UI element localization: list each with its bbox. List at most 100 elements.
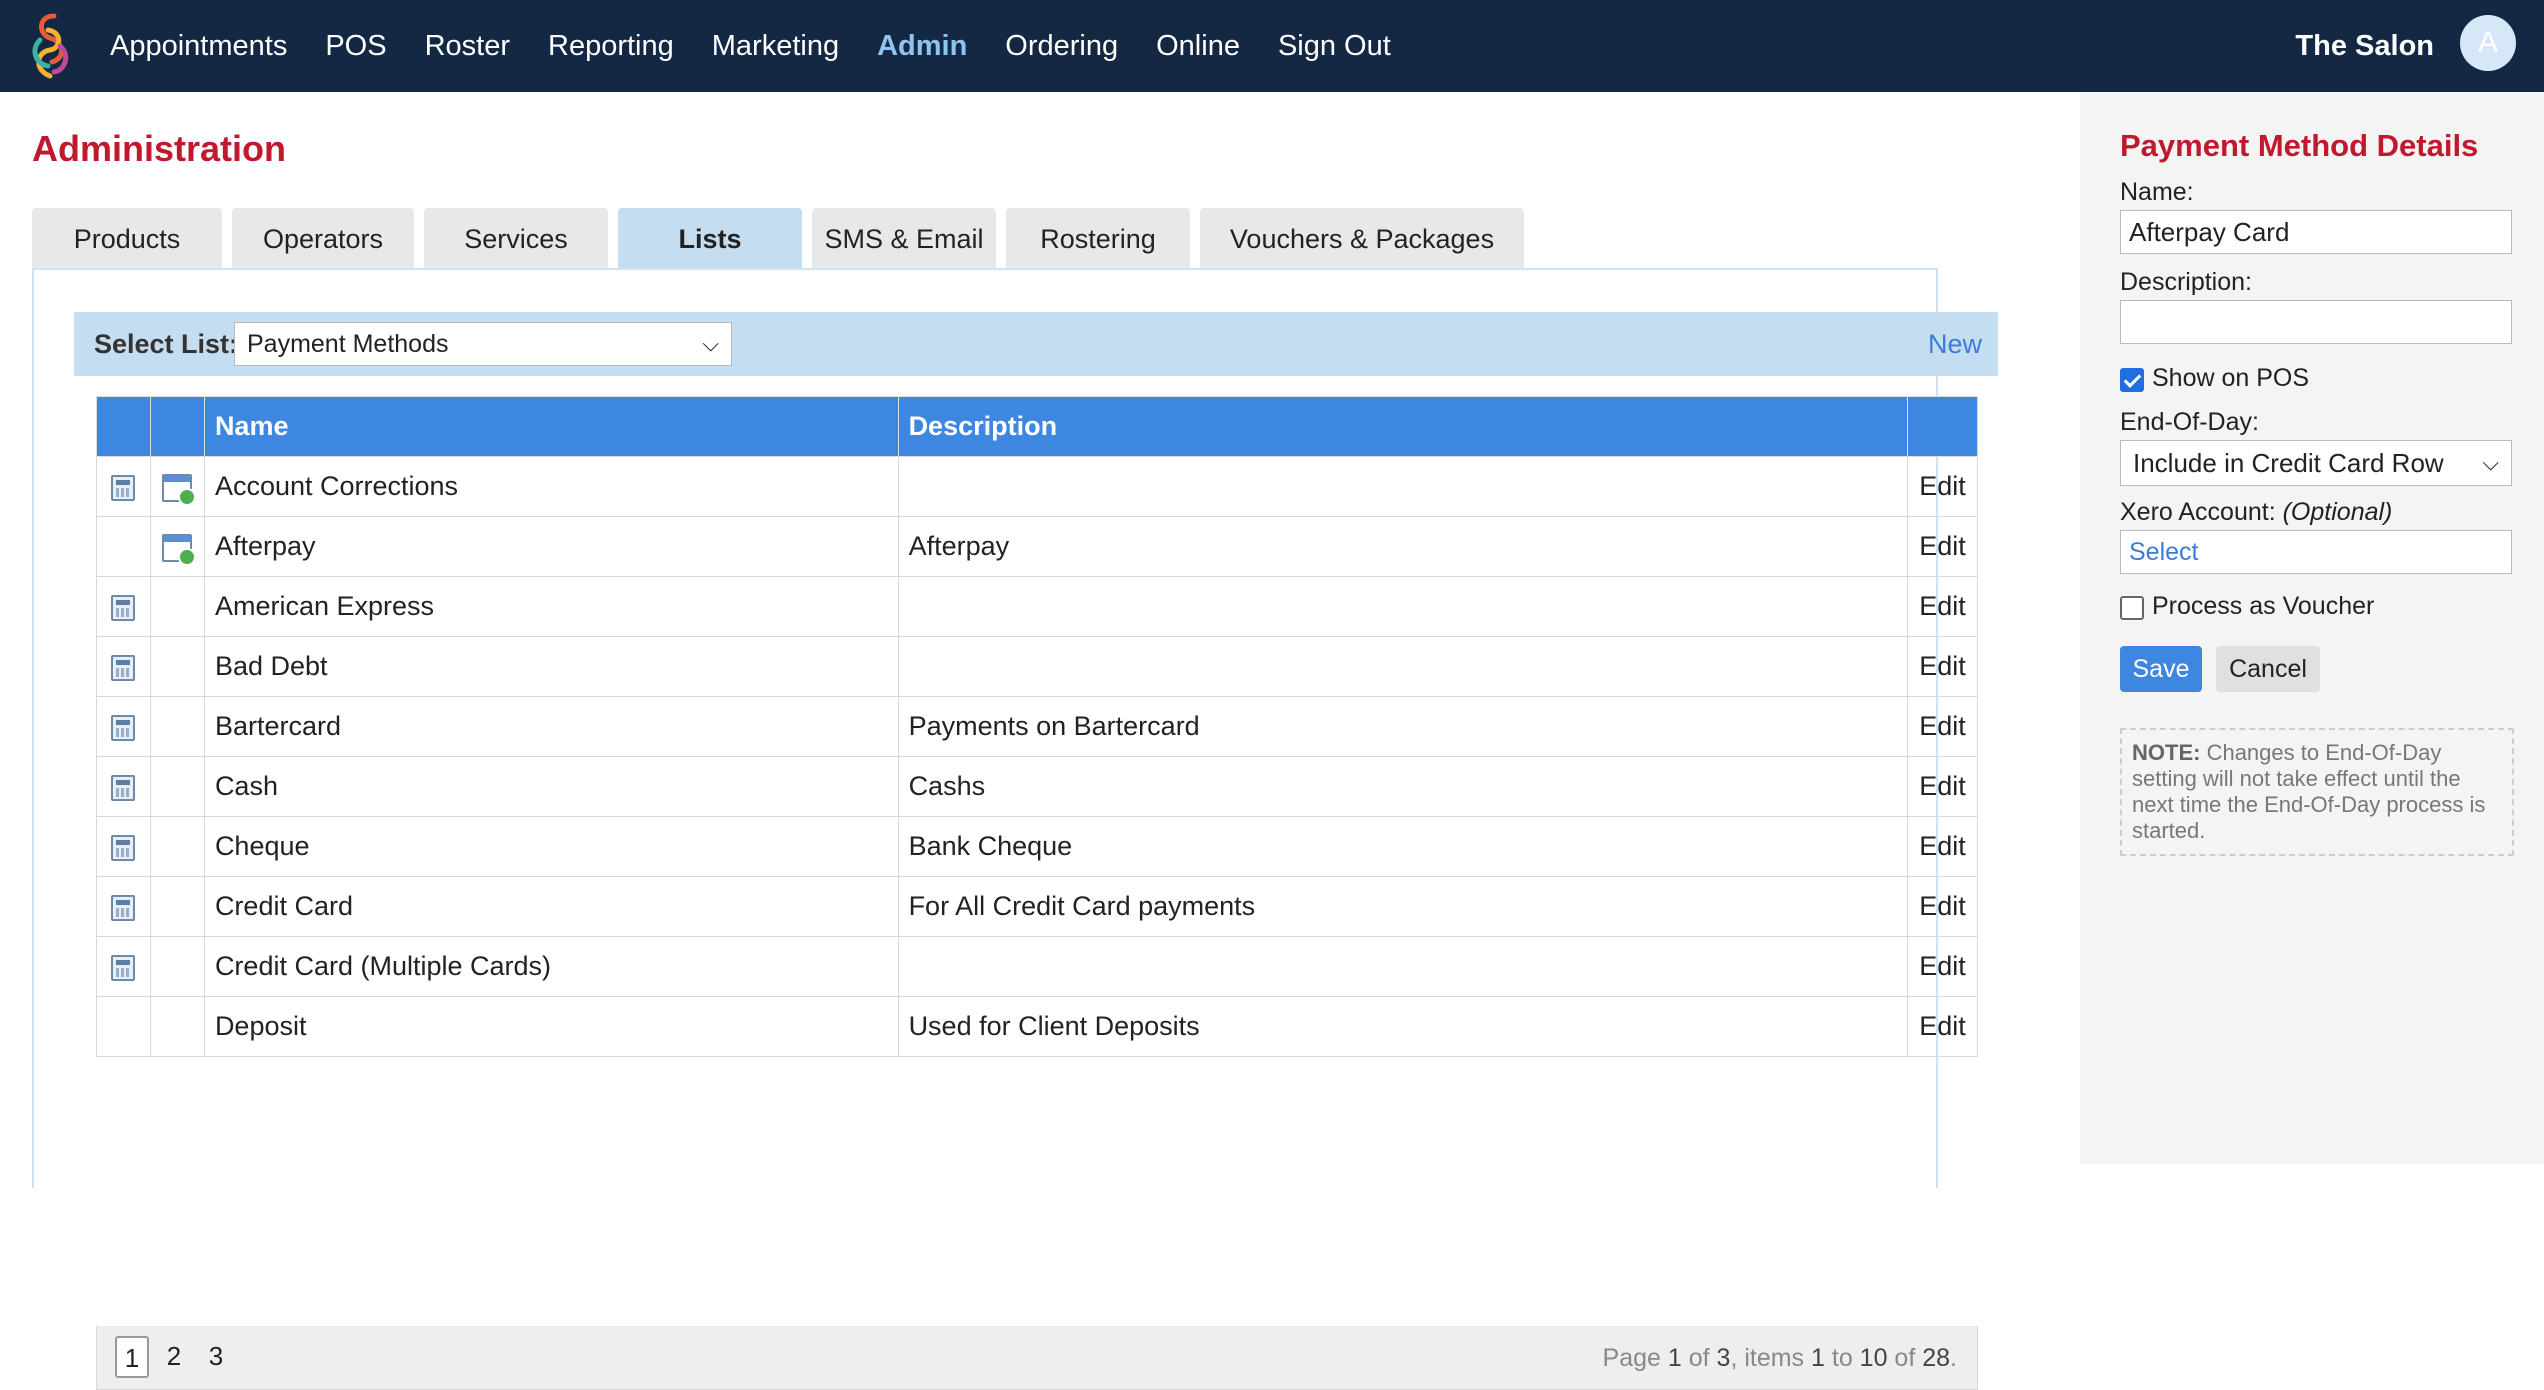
list-select-dropdown[interactable]: Payment Methods ⌵: [234, 322, 732, 366]
pager-word-page: Page: [1602, 1344, 1668, 1372]
calculator-icon[interactable]: [111, 954, 136, 981]
cancel-button[interactable]: Cancel: [2216, 646, 2320, 692]
nav-item-appointments[interactable]: Appointments: [110, 30, 287, 63]
row-icon-cell: [149, 456, 205, 517]
nav-item-marketing[interactable]: Marketing: [712, 30, 839, 63]
name-label: Name:: [2120, 178, 2194, 206]
tab-operators[interactable]: Operators: [232, 208, 414, 270]
edit-link[interactable]: Edit: [1906, 816, 1979, 877]
show-on-pos-label[interactable]: Show on POS: [2152, 364, 2309, 393]
calculator-icon[interactable]: [111, 714, 136, 741]
table-row[interactable]: American Express Edit: [96, 576, 1979, 637]
table-row[interactable]: Bartercard Payments on Bartercard Edit: [96, 696, 1979, 757]
nav-item-roster[interactable]: Roster: [425, 30, 510, 63]
new-item-link[interactable]: New: [1928, 312, 1982, 376]
tab-services[interactable]: Services: [424, 208, 608, 270]
column-header-name[interactable]: Name: [203, 396, 899, 457]
edit-link[interactable]: Edit: [1906, 636, 1979, 697]
process-as-voucher-label[interactable]: Process as Voucher: [2152, 592, 2374, 621]
nav-item-reporting[interactable]: Reporting: [548, 30, 674, 63]
edit-link[interactable]: Edit: [1906, 516, 1979, 577]
pager-total-pages: 3: [1716, 1344, 1731, 1372]
edit-link[interactable]: Edit: [1906, 696, 1979, 757]
description-input[interactable]: [2120, 300, 2512, 344]
edit-link[interactable]: Edit: [1906, 456, 1979, 517]
edit-link[interactable]: Edit: [1906, 756, 1979, 817]
pager: 123 Page 1 of 3, items 1 to 10 of 28.: [96, 1326, 1978, 1390]
row-description: Cashs: [897, 756, 1908, 817]
row-icon-cell: [149, 636, 205, 697]
page-link-1[interactable]: 1: [115, 1336, 149, 1378]
name-input[interactable]: Afterpay Card: [2120, 210, 2512, 254]
tab-lists[interactable]: Lists: [618, 208, 802, 270]
tab-rostering[interactable]: Rostering: [1006, 208, 1190, 270]
chevron-down-icon: ⌵: [2482, 450, 2499, 475]
page-title: Administration: [32, 128, 287, 169]
xero-account-label: Xero Account: (Optional): [2120, 498, 2392, 527]
row-icon-cell: [149, 876, 205, 937]
salon-name[interactable]: The Salon: [2295, 0, 2434, 92]
pager-items-to: 10: [1859, 1344, 1888, 1372]
table-row[interactable]: Afterpay Afterpay Edit: [96, 516, 1979, 577]
edit-link[interactable]: Edit: [1906, 996, 1979, 1057]
main-nav: Appointments POS Roster Reporting Marketing A…: [110, 0, 1429, 92]
table-row[interactable]: Account Corrections Edit: [96, 456, 1979, 517]
pager-word-to: to: [1824, 1344, 1860, 1372]
calendar-add-icon[interactable]: [162, 473, 197, 506]
row-icon-cell: [149, 516, 205, 577]
pager-items-total: 28: [1922, 1344, 1951, 1372]
page-link-3[interactable]: 3: [199, 1336, 233, 1378]
calculator-icon[interactable]: [111, 594, 136, 621]
edit-link[interactable]: Edit: [1906, 936, 1979, 997]
nav-item-pos[interactable]: POS: [325, 30, 386, 63]
tab-products[interactable]: Products: [32, 208, 222, 270]
row-description: Bank Cheque: [897, 816, 1908, 877]
calculator-icon[interactable]: [111, 474, 136, 501]
edit-link[interactable]: Edit: [1906, 876, 1979, 937]
table-row[interactable]: Cash Cashs Edit: [96, 756, 1979, 817]
save-button[interactable]: Save: [2120, 646, 2202, 692]
admin-tabs: Products Operators Services Lists SMS & Emai…: [32, 208, 1534, 270]
row-name: Cheque: [203, 816, 899, 877]
row-description: Afterpay: [897, 516, 1908, 577]
table-row[interactable]: Credit Card For All Credit Card payments E…: [96, 876, 1979, 937]
table-row[interactable]: Deposit Used for Client Deposits Edit: [96, 996, 1979, 1057]
nav-item-ordering[interactable]: Ordering: [1005, 30, 1118, 63]
nav-item-online[interactable]: Online: [1156, 30, 1240, 63]
calculator-icon[interactable]: [111, 834, 136, 861]
edit-link[interactable]: Edit: [1906, 576, 1979, 637]
calculator-icon[interactable]: [111, 774, 136, 801]
calendar-add-icon[interactable]: [162, 533, 197, 566]
user-avatar[interactable]: A: [2460, 15, 2516, 71]
table-row[interactable]: Credit Card (Multiple Cards) Edit: [96, 936, 1979, 997]
table-row[interactable]: Bad Debt Edit: [96, 636, 1979, 697]
row-icon-cell: [96, 636, 151, 697]
row-description: [897, 456, 1908, 517]
row-icon-cell: [96, 516, 151, 577]
pager-pages: 123: [115, 1336, 241, 1378]
calculator-icon[interactable]: [111, 894, 136, 921]
nav-item-sign-out[interactable]: Sign Out: [1278, 30, 1391, 63]
xero-account-select[interactable]: Select: [2120, 530, 2512, 574]
process-as-voucher-checkbox[interactable]: [2120, 596, 2144, 620]
calculator-icon[interactable]: [111, 654, 136, 681]
table-row[interactable]: Cheque Bank Cheque Edit: [96, 816, 1979, 877]
pager-info: Page 1 of 3, items 1 to 10 of 28.: [1603, 1326, 1957, 1390]
row-name: American Express: [203, 576, 899, 637]
end-of-day-select[interactable]: Include in Credit Card Row ⌵: [2120, 440, 2512, 486]
app-logo-icon[interactable]: [26, 10, 76, 84]
nav-item-admin[interactable]: Admin: [877, 30, 967, 63]
description-label: Description:: [2120, 268, 2252, 296]
column-header-icon1: [96, 396, 151, 457]
show-on-pos-checkbox[interactable]: [2120, 368, 2144, 392]
xero-optional-text: (Optional): [2282, 498, 2393, 526]
tab-vouchers-packages[interactable]: Vouchers & Packages: [1200, 208, 1524, 270]
page-link-2[interactable]: 2: [157, 1336, 191, 1378]
row-name: Bad Debt: [203, 636, 899, 697]
row-name: Cash: [203, 756, 899, 817]
tab-sms-email[interactable]: SMS & Email: [812, 208, 996, 270]
column-header-description[interactable]: Description: [897, 396, 1908, 457]
row-name: Credit Card (Multiple Cards): [203, 936, 899, 997]
row-icon-cell: [96, 816, 151, 877]
row-icon-cell: [96, 696, 151, 757]
